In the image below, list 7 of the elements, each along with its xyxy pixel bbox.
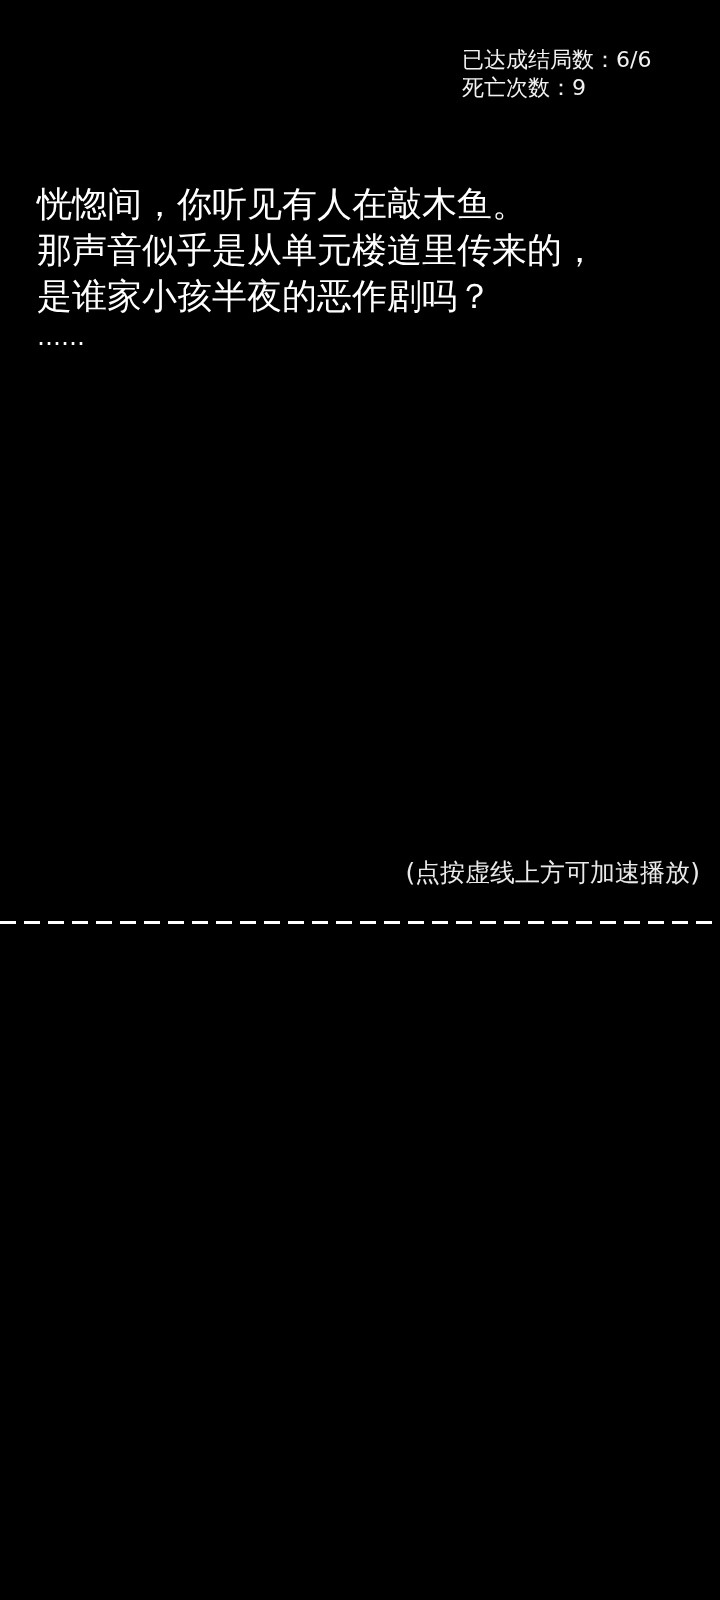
hint-text: (点按虚线上方可加速播放) <box>405 857 700 889</box>
story-text: 恍惚间，你听见有人在敲木鱼。 <box>37 183 527 226</box>
stat-text: 已达成结局数：6/6 <box>462 46 652 74</box>
story-text: …… <box>37 322 85 353</box>
stat-text: 死亡次数：9 <box>462 74 586 102</box>
story-text: 那声音似乎是从单元楼道里传来的， <box>37 229 597 272</box>
story-text: 是谁家小孩半夜的恶作剧吗？ <box>37 275 492 318</box>
